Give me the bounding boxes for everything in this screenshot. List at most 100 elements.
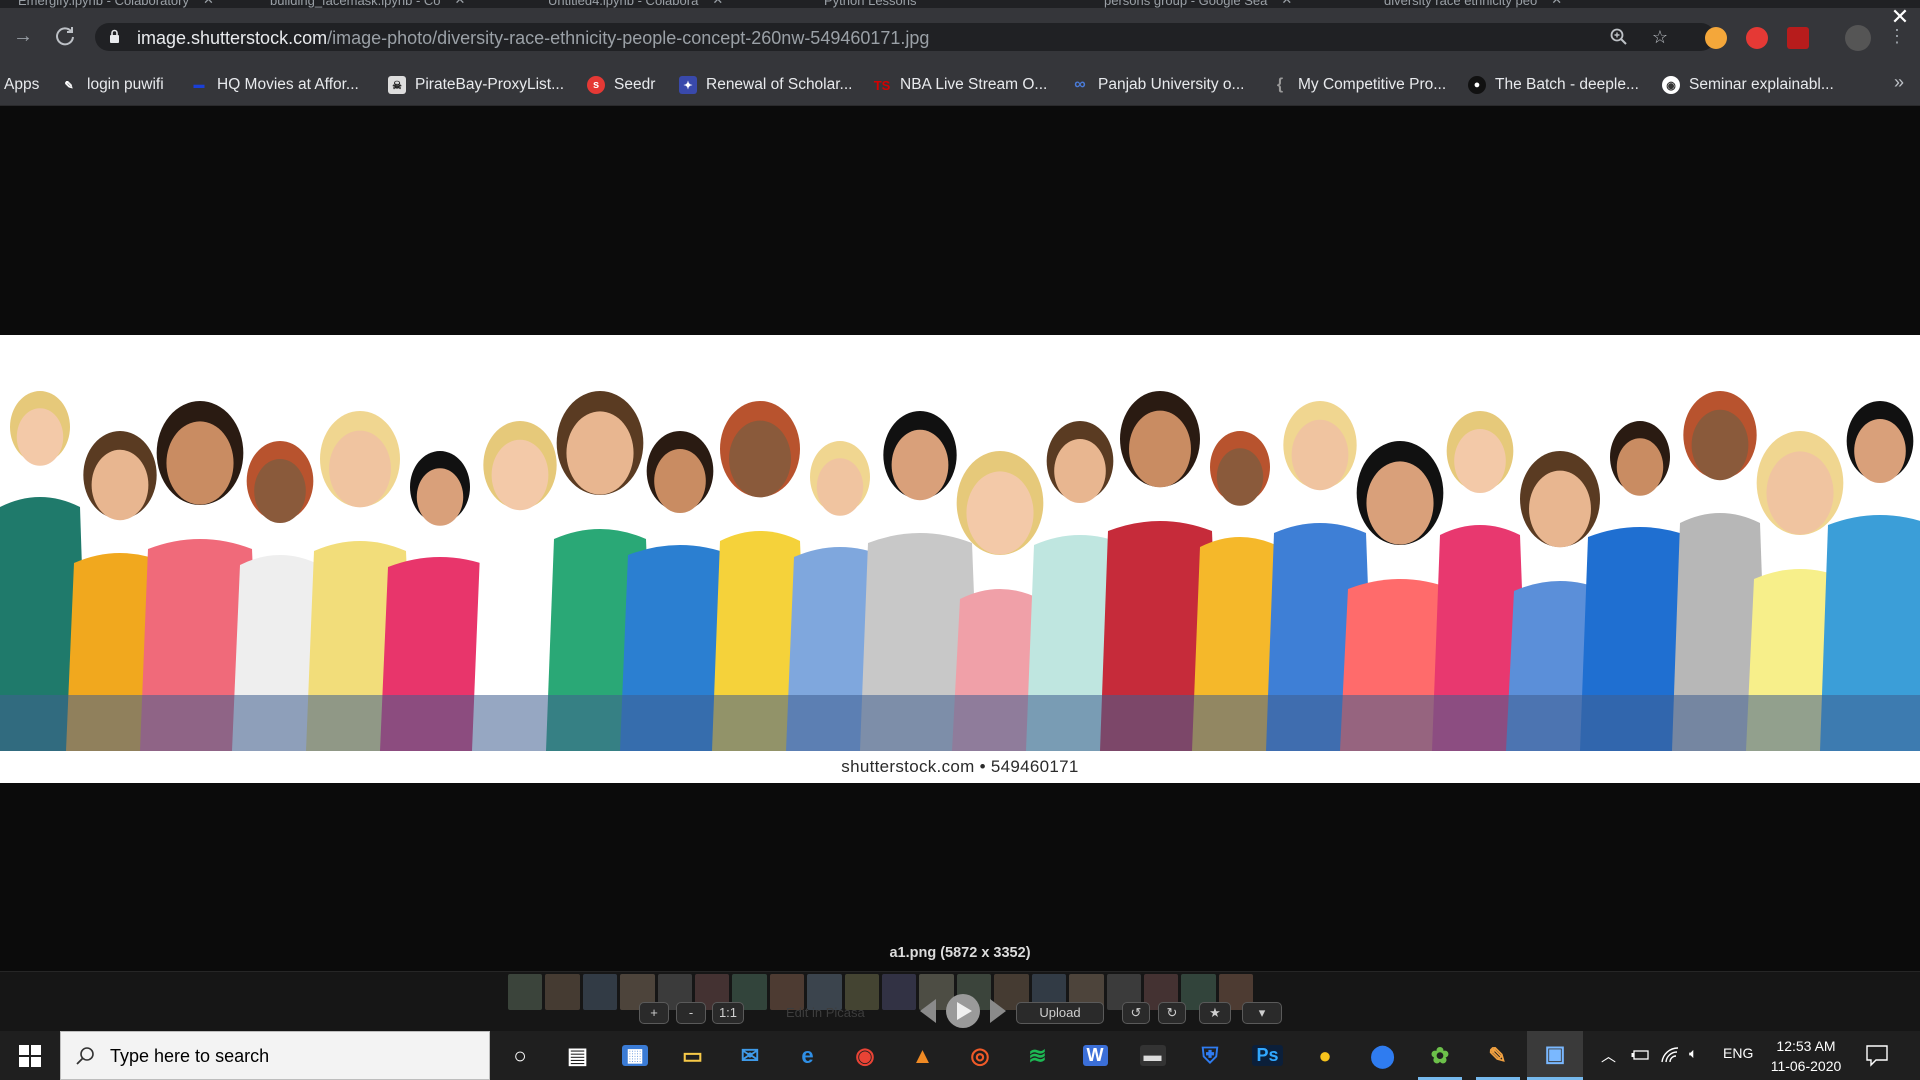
- tab-close-icon[interactable]: ✕: [455, 0, 466, 8]
- taskbar-app[interactable]: W: [1067, 1031, 1123, 1080]
- bookmark-label: NBA Live Stream O...: [900, 76, 1048, 93]
- actual-size-button[interactable]: 1:1: [712, 1002, 744, 1024]
- start-button[interactable]: [0, 1031, 60, 1080]
- thumbnail[interactable]: [882, 974, 917, 1010]
- browser-toolbar: → image.shutterstock.com/image-photo/div…: [0, 8, 1920, 74]
- tab-5[interactable]: persons group - Google Sea ✕: [1092, 0, 1304, 8]
- shield-icon: ⛨: [1201, 1042, 1219, 1068]
- bookmark-the-batch[interactable]: ● The Batch - deeple...: [1468, 73, 1639, 97]
- more-dropdown-icon[interactable]: ▾: [1242, 1002, 1282, 1024]
- back-icon[interactable]: →: [10, 23, 36, 49]
- volume-icon[interactable]: 🔈︎: [1689, 1045, 1697, 1062]
- url-text[interactable]: image.shutterstock.com/image-photo/diver…: [137, 28, 929, 49]
- clock-time: 12:53 AM: [1776, 1038, 1836, 1054]
- tab-close-icon[interactable]: ✕: [1551, 0, 1562, 8]
- rotate-right-icon[interactable]: ↻: [1158, 1002, 1186, 1024]
- taskbar-app[interactable]: ○: [492, 1031, 548, 1080]
- taskbar-app[interactable]: ▲: [895, 1031, 951, 1080]
- taskbar-app[interactable]: ▣: [1527, 1031, 1583, 1080]
- taskbar-app[interactable]: Ps: [1240, 1031, 1296, 1080]
- tab-close-icon[interactable]: ✕: [1281, 0, 1292, 8]
- bookmark-seedr[interactable]: s Seedr: [587, 73, 655, 97]
- person-face: [729, 420, 791, 498]
- people-group-image: [0, 391, 1920, 751]
- taskbar-app[interactable]: ▤: [550, 1031, 606, 1080]
- zoom-out-button[interactable]: -: [676, 1002, 706, 1024]
- taskbar-app[interactable]: ⬤: [1355, 1031, 1411, 1080]
- url-host: image.shutterstock.com: [137, 28, 328, 48]
- lock-icon[interactable]: [109, 29, 120, 43]
- wps-icon: W: [1082, 1045, 1108, 1066]
- pen-icon: ✎: [64, 79, 74, 92]
- adblock-extension-icon[interactable]: [1746, 27, 1768, 49]
- language-indicator[interactable]: ENG: [1723, 1045, 1753, 1061]
- edit-in-picasa-link[interactable]: Edit in Picasa: [786, 1005, 865, 1020]
- taskbar-app[interactable]: ✿: [1412, 1031, 1468, 1080]
- star-icon[interactable]: ☆: [1648, 25, 1672, 49]
- bookmark-panjab-university[interactable]: ∞ Panjab University o...: [1071, 73, 1244, 97]
- taskbar-app[interactable]: ◉: [837, 1031, 893, 1080]
- paint-icon: ✎: [1488, 1042, 1507, 1068]
- taskbar-app[interactable]: ▦: [607, 1031, 663, 1080]
- jeans-band: [0, 695, 1920, 751]
- bookmark-hq-movies[interactable]: ▬ HQ Movies at Affor...: [190, 73, 359, 97]
- address-bar[interactable]: image.shutterstock.com/image-photo/diver…: [95, 23, 1715, 51]
- bookmark-label: PirateBay-ProxyList...: [415, 76, 565, 93]
- more-bookmarks-icon[interactable]: »: [1894, 72, 1904, 93]
- thumbnail[interactable]: [545, 974, 580, 1010]
- tab-6-active[interactable]: diversity race ethnicity peo ✕: [1372, 0, 1574, 8]
- watermark-strip: shutterstock.com • 549460171: [0, 751, 1920, 783]
- tab-4[interactable]: Python Lessons: [812, 0, 929, 8]
- rotate-left-icon[interactable]: ↺: [1122, 1002, 1150, 1024]
- taskbar-app[interactable]: ◎: [952, 1031, 1008, 1080]
- tab-3[interactable]: Untitled4.ipynb - Colabora ✕: [536, 0, 735, 8]
- upload-button[interactable]: Upload: [1016, 1002, 1104, 1024]
- url-path: /image-photo/diversity-race-ethnicity-pe…: [327, 28, 930, 48]
- tab-title: persons group - Google Sea: [1104, 0, 1268, 8]
- tab-title: Emergify.ipynb - Colaboratory: [18, 0, 189, 8]
- thumbnail[interactable]: [582, 974, 618, 1010]
- bookmark-nba-stream[interactable]: TS NBA Live Stream O...: [873, 73, 1048, 97]
- reload-icon[interactable]: [52, 23, 78, 49]
- star-icon[interactable]: ★: [1199, 1002, 1231, 1024]
- bookmark-piratebay[interactable]: ☠ PirateBay-ProxyList...: [388, 73, 564, 97]
- notifications-icon[interactable]: [1864, 1043, 1890, 1067]
- store-icon: ▦: [622, 1045, 648, 1066]
- mail-icon: ✉: [740, 1042, 760, 1068]
- bookmark-label: HQ Movies at Affor...: [217, 76, 359, 93]
- taskbar-app[interactable]: ▭: [665, 1031, 721, 1080]
- tab-close-icon[interactable]: ✕: [712, 0, 723, 8]
- bookmark-scholarship[interactable]: ✦ Renewal of Scholar...: [679, 73, 852, 97]
- cookie-extension-icon[interactable]: [1705, 27, 1727, 49]
- show-hidden-icons-icon[interactable]: ︿: [1601, 1045, 1616, 1066]
- cortana-icon: ○: [513, 1042, 527, 1068]
- taskbar-app[interactable]: ▬: [1125, 1031, 1181, 1080]
- tab-close-icon[interactable]: ✕: [203, 0, 214, 8]
- thumbnail[interactable]: [508, 974, 543, 1010]
- ts-icon: TS: [873, 77, 891, 93]
- taskbar-app[interactable]: ⛨: [1182, 1031, 1238, 1080]
- bookmark-login-puwifi[interactable]: ✎ login puwifi: [60, 73, 163, 97]
- windows-taskbar: Type here to search ○ ▤ ▦ ▭ ✉ e ◉ ▲ ◎ ≋ W ▬ ⛨ Ps ● ⬤ ✿ ✎ ▣…: [0, 1031, 1920, 1080]
- pdf-extension-icon[interactable]: [1787, 27, 1809, 49]
- bookmark-seminar[interactable]: ◉ Seminar explainabl...: [1662, 73, 1834, 97]
- taskbar-app[interactable]: e: [780, 1031, 836, 1080]
- taskbar-search-box[interactable]: Type here to search: [60, 1031, 490, 1080]
- wifi-icon[interactable]: [1660, 1046, 1680, 1064]
- taskbar-app[interactable]: ✎: [1470, 1031, 1526, 1080]
- taskbar-app[interactable]: ≋: [1010, 1031, 1066, 1080]
- zoom-icon[interactable]: [1607, 25, 1631, 49]
- system-clock[interactable]: 12:53 AM 11-06-2020: [1762, 1036, 1850, 1076]
- taskbar-app[interactable]: ✉: [722, 1031, 778, 1080]
- tab-1[interactable]: Emergify.ipynb - Colaboratory ✕: [6, 0, 226, 8]
- slideshow-play-icon[interactable]: [918, 992, 1008, 1030]
- tab-2[interactable]: building_facemask.ipynb - Co ✕: [258, 0, 477, 8]
- battery-icon[interactable]: [1631, 1047, 1651, 1063]
- bookmark-apps[interactable]: Apps: [4, 73, 39, 97]
- window-close-icon[interactable]: ✕: [1888, 6, 1912, 30]
- avatar[interactable]: [1845, 25, 1871, 51]
- bookmark-competitive-programming[interactable]: {My Competitive Pro...: [1271, 73, 1446, 97]
- zoom-in-button[interactable]: +: [639, 1002, 669, 1024]
- chrome-icon: ◉: [855, 1042, 875, 1068]
- taskbar-app[interactable]: ●: [1297, 1031, 1353, 1080]
